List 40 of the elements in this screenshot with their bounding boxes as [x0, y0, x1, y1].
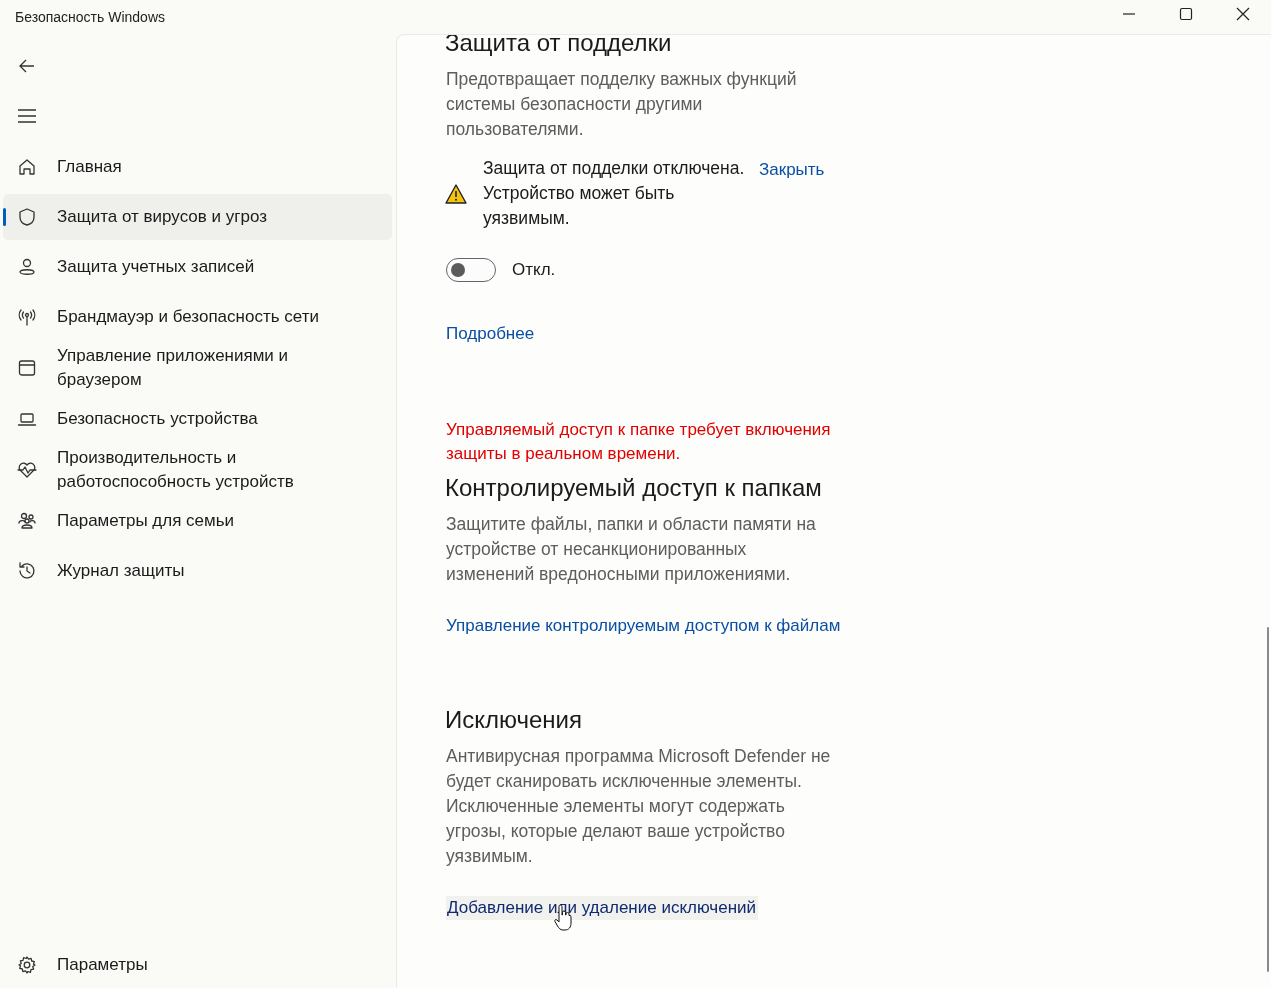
person-icon	[17, 257, 37, 277]
window-title: Безопасность Windows	[15, 9, 165, 25]
people-icon	[17, 511, 37, 531]
scrollbar[interactable]	[1267, 627, 1269, 972]
gear-icon	[17, 955, 37, 975]
toggle-switch[interactable]	[446, 258, 496, 282]
nav-item[interactable]: Управление приложениями и браузером	[3, 344, 392, 392]
nav-item[interactable]: Главная	[3, 144, 392, 190]
nav-item[interactable]: Параметры	[3, 942, 158, 988]
section-heading: Защита от подделки	[445, 35, 673, 58]
nav-item[interactable]: Производительность и работоспособность устройств	[3, 446, 392, 494]
selection-indicator	[3, 208, 6, 226]
back-arrow-icon	[18, 57, 36, 75]
warning-icon	[445, 183, 467, 204]
antenna-icon	[17, 307, 37, 327]
heart-pulse-icon	[17, 460, 37, 480]
home-icon	[17, 157, 37, 177]
toggle-label: Откл.	[512, 260, 556, 280]
dismiss-link[interactable]: Закрыть	[759, 158, 825, 182]
menu-icon	[17, 108, 37, 124]
error-message: Управляемый доступ к папке требует включения защиты в реальном времени.	[446, 419, 832, 465]
section-description: Защитите файлы, папки и области памяти на устройстве от несанкционированных изменений вредоносными приложениями.	[446, 513, 817, 586]
window-icon	[17, 358, 37, 378]
section-description: Антивирусная программа Microsoft Defender не будет сканировать исключенные элементы. Исключенные элементы могут содержать угрозы, которые делают ваше устройство уязвимым.	[446, 745, 831, 868]
nav-item[interactable]: Параметры для семьи	[3, 498, 392, 544]
warning-message: Защита от подделки отключена. Устройство может быть уязвимым.	[483, 157, 745, 230]
close-icon	[1235, 7, 1250, 21]
shield-icon	[17, 207, 37, 227]
section-description: Предотвращает подделку важных функций системы безопасности другими пользователями.	[446, 68, 798, 141]
maximize-icon	[1178, 7, 1193, 21]
history-icon	[17, 561, 37, 581]
nav-item[interactable]: Защита от вирусов и угроз	[3, 194, 392, 240]
nav-item[interactable]: Защита учетных записей	[3, 244, 392, 290]
nav-item[interactable]: Журнал защиты	[3, 548, 392, 594]
section-heading: Исключения	[445, 705, 583, 735]
nav-item[interactable]: Безопасность устройства	[3, 396, 392, 442]
link[interactable]: Управление контролируемым доступом к файлам	[446, 614, 841, 638]
link[interactable]: Подробнее	[446, 322, 535, 346]
nav-item[interactable]: Брандмауэр и безопасность сети	[3, 294, 392, 340]
section-heading: Контролируемый доступ к папкам	[445, 473, 823, 503]
